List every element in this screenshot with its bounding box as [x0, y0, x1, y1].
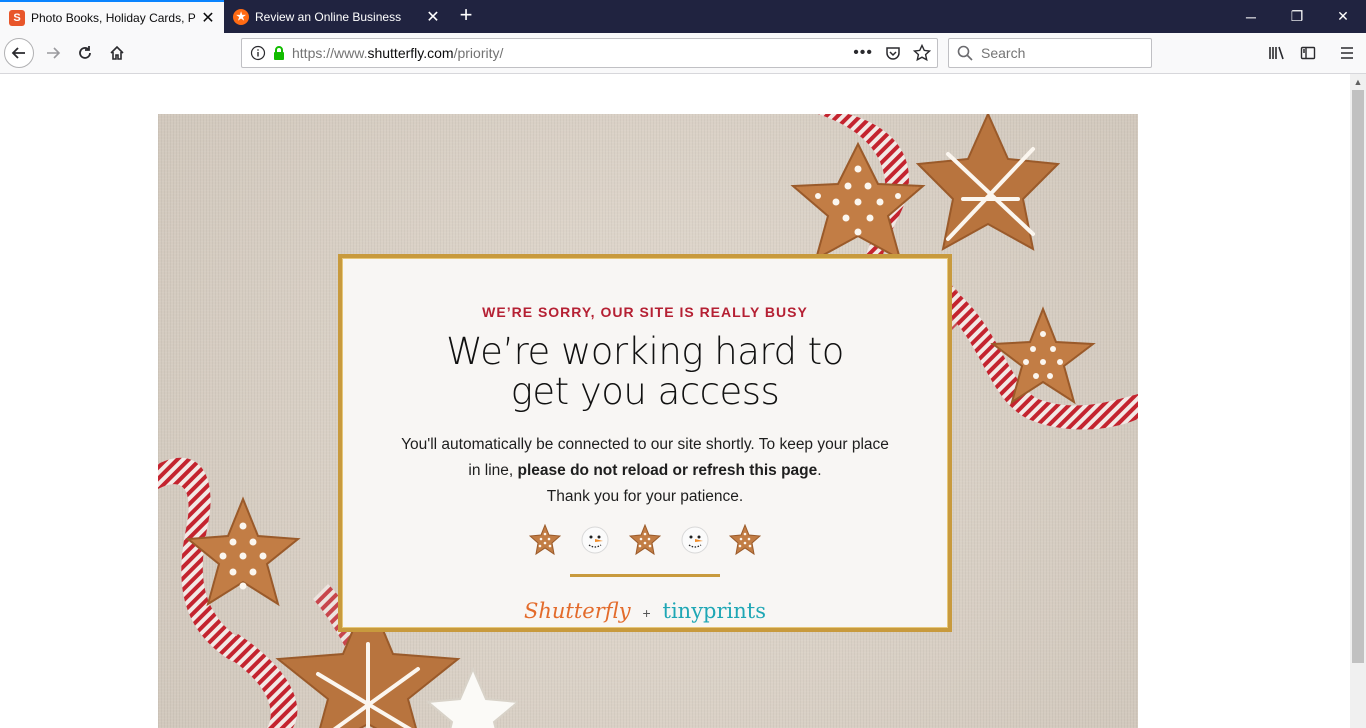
headline-line-2: get you access	[510, 370, 780, 413]
search-bar[interactable]	[948, 38, 1152, 68]
scroll-up-arrow-icon[interactable]: ▲	[1350, 74, 1366, 90]
tinyprints-logo: tinyprints	[662, 599, 766, 623]
reload-icon	[79, 46, 91, 59]
shutterfly-s-icon: S	[9, 9, 25, 26]
restore-button[interactable]: ❐	[1274, 0, 1320, 33]
gingerbread-cookie-right	[990, 306, 1096, 405]
gingerbread-star-icon	[529, 524, 561, 556]
brand-logos: Shutterfly + tinyprints	[342, 599, 948, 624]
page-scrollbar[interactable]: ▲	[1350, 74, 1366, 728]
forward-arrow-icon	[47, 47, 61, 59]
gingerbread-star-icon	[629, 524, 661, 556]
close-window-button[interactable]: ✕	[1320, 0, 1366, 33]
new-tab-button[interactable]: +	[453, 3, 479, 29]
tab-strip: S Photo Books, Holiday Cards, Ph ✕ ★ Rev…	[0, 0, 1366, 33]
menu-button[interactable]	[1332, 38, 1362, 68]
home-icon	[110, 45, 124, 60]
holiday-icons-row	[342, 524, 948, 556]
body-text-thanks: Thank you for your patience.	[546, 488, 744, 505]
reload-button[interactable]	[70, 38, 100, 68]
snowman-icon	[579, 524, 611, 556]
page-actions-icon[interactable]: •••	[853, 44, 873, 62]
back-arrow-icon	[11, 47, 25, 59]
body-message: You'll automatically be connected to our…	[395, 432, 895, 510]
page-viewport: WE’RE SORRY, OUR SITE IS REALLY BUSY We’…	[0, 74, 1350, 728]
url-bar[interactable]: https://www.shutterfly.com/priority/ •••	[241, 38, 938, 68]
lock-icon[interactable]	[272, 45, 286, 61]
sidebar-icon	[1300, 46, 1316, 60]
gingerbread-star-icon	[729, 524, 761, 556]
forward-button[interactable]	[38, 38, 68, 68]
tab-title: Photo Books, Holiday Cards, Ph	[31, 10, 196, 25]
url-text: https://www.shutterfly.com/priority/	[292, 45, 504, 61]
hamburger-menu-icon	[1341, 47, 1353, 59]
page-headline: We’re working hard to get you access	[342, 332, 948, 412]
tab-shutterfly[interactable]: S Photo Books, Holiday Cards, Ph ✕	[0, 0, 224, 33]
body-text-bold: please do not reload or refresh this pag…	[517, 462, 818, 479]
tab-title: Review an Online Business	[255, 9, 402, 24]
headline-line-1: We’re working hard to	[446, 330, 844, 373]
bookmark-star-icon[interactable]	[913, 44, 931, 62]
gold-divider	[570, 574, 720, 577]
shutterfly-logo: Shutterfly	[523, 599, 631, 623]
home-button[interactable]	[102, 38, 132, 68]
close-tab-icon[interactable]: ✕	[421, 7, 445, 27]
pocket-icon[interactable]	[885, 45, 901, 61]
busy-message-card: WE’RE SORRY, OUR SITE IS REALLY BUSY We’…	[338, 254, 952, 632]
library-button[interactable]	[1262, 38, 1292, 68]
info-icon[interactable]	[250, 45, 266, 61]
holiday-hero-background: WE’RE SORRY, OUR SITE IS REALLY BUSY We’…	[158, 114, 1138, 728]
search-icon	[957, 45, 973, 61]
library-icon	[1269, 46, 1284, 60]
sidebar-button[interactable]	[1293, 38, 1323, 68]
back-button[interactable]	[4, 38, 34, 68]
busy-eyebrow-text: WE’RE SORRY, OUR SITE IS REALLY BUSY	[482, 304, 808, 320]
star-badge-icon: ★	[233, 8, 249, 25]
scrollbar-thumb[interactable]	[1352, 90, 1364, 663]
minimize-button[interactable]: ─	[1228, 0, 1274, 33]
tab-review-business[interactable]: ★ Review an Online Business ✕	[224, 0, 449, 33]
navigation-toolbar: https://www.shutterfly.com/priority/ •••	[0, 33, 1366, 74]
brand-plus: +	[642, 605, 651, 621]
close-tab-icon[interactable]: ✕	[196, 8, 220, 28]
snowman-icon	[679, 524, 711, 556]
body-text-part2: .	[817, 462, 822, 479]
search-input[interactable]	[981, 45, 1141, 61]
